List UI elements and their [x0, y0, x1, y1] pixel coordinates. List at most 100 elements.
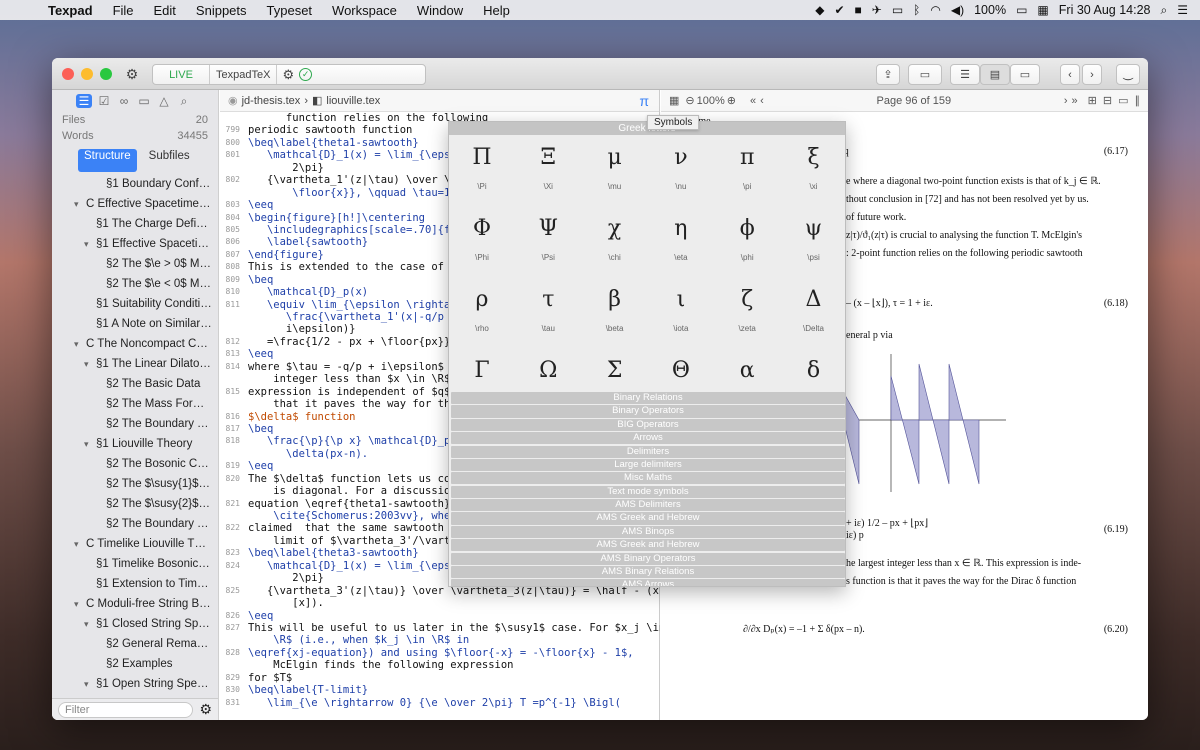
symbol-cell[interactable]: χ \chi [582, 207, 648, 277]
prev-page-icon[interactable]: ‹ [760, 95, 764, 107]
disclosure-icon[interactable]: ▾ [84, 674, 96, 694]
bluetooth-icon[interactable]: ᛒ [913, 3, 920, 17]
forward-icon[interactable]: › [1082, 64, 1102, 85]
code-line[interactable]: 830 \beq\label{T-limit} [220, 684, 660, 696]
disclosure-icon[interactable]: ▾ [84, 614, 96, 634]
symbol-category[interactable]: Text mode symbols [451, 485, 845, 498]
outline-item[interactable]: ▾ C Timelike Liouville Theory [52, 534, 218, 554]
symbol-category[interactable]: AMS Binary Operators [451, 552, 845, 565]
menu-app[interactable]: Texpad [38, 3, 103, 18]
code-line[interactable]: 826 \eeq [220, 610, 660, 622]
outline-item[interactable]: §1 Extension to Timelike ... [52, 574, 218, 594]
menu-help[interactable]: Help [473, 3, 520, 18]
search-icon[interactable]: ⌕ [176, 94, 192, 109]
code-line[interactable]: 828 \eqref{xj-equation}) and using $\floo… [220, 647, 660, 659]
close-window-button[interactable] [62, 68, 74, 80]
present-icon[interactable]: ▭ [1118, 94, 1128, 107]
outline-item[interactable]: ▾ §1 Liouville Theory [52, 434, 218, 454]
symbol-category[interactable]: BIG Operators [451, 418, 845, 431]
layout-single-icon[interactable]: ▭ [908, 64, 942, 85]
outline-item[interactable]: §2 The $\susy{1}$ Liou... [52, 474, 218, 494]
outline-item[interactable]: §1 Timelike Bosonic Lio... [52, 554, 218, 574]
next-page-icon[interactable]: › [1064, 95, 1068, 107]
spotlight-icon[interactable]: ⌕ [1161, 3, 1168, 18]
disclosure-icon[interactable]: ▾ [74, 334, 86, 354]
zoom-in-icon[interactable]: ⊕ [727, 94, 736, 107]
symbol-cell[interactable]: π \pi [714, 136, 780, 206]
disclosure-icon[interactable]: ▾ [84, 434, 96, 454]
volume-icon[interactable]: ◀) [951, 3, 964, 17]
outline-item[interactable]: §2 The $\e > 0$ Models [52, 254, 218, 274]
wifi-icon[interactable]: ◠ [930, 3, 940, 17]
symbol-cell[interactable]: τ \tau [515, 278, 581, 348]
outline-item[interactable]: ▾ C Effective Spacetime Phy... [52, 194, 218, 214]
symbol-category[interactable]: AMS Binops [451, 525, 845, 538]
disclosure-icon[interactable]: ▾ [84, 234, 96, 254]
outline-item[interactable]: §2 The $\e < 0$ Models [52, 274, 218, 294]
links-icon[interactable]: ∞ [116, 94, 132, 108]
symbol-cell[interactable]: ζ \zeta [714, 278, 780, 348]
symbol-cell[interactable]: Δ \Delta [781, 278, 846, 348]
outline-item[interactable]: §2 General Remarks o... [52, 634, 218, 654]
symbol-cell[interactable]: Π \Pi [449, 136, 515, 206]
battery-percent[interactable]: 100% [974, 3, 1006, 17]
code-line[interactable]: 831 \lim_{\e \rightarrow 0} {\e \over 2\… [220, 697, 660, 709]
zoom-level[interactable]: 100% [697, 95, 725, 107]
outline-item[interactable]: §2 The Bosonic Case [52, 454, 218, 474]
symbol-cell[interactable]: ϕ \phi [714, 207, 780, 277]
outline-item[interactable]: ▾ §1 The Linear Dilaton CFT [52, 354, 218, 374]
todo-icon[interactable]: ☑ [96, 94, 112, 108]
outline-item[interactable]: ▾ §1 Open String Spectrum [52, 674, 218, 694]
symbol-category[interactable]: AMS Binary Relations [451, 565, 845, 579]
outline-item[interactable]: §2 Examples [52, 654, 218, 674]
symbols-pi-icon[interactable]: π [639, 93, 659, 109]
outline-item[interactable]: §1 Boundary Conformal ... [52, 174, 218, 194]
symbol-cell[interactable]: η \eta [648, 207, 714, 277]
filter-input[interactable]: Filter [58, 701, 194, 718]
airplay-icon[interactable]: ▭ [892, 3, 903, 17]
settings-gear-icon[interactable]: ⚙ [120, 64, 144, 85]
symbol-cell[interactable]: Φ \Phi [449, 207, 515, 277]
symbol-category[interactable]: AMS Greek and Hebrew [451, 512, 845, 525]
symbol-category[interactable]: Arrows [451, 432, 845, 445]
lock-icon[interactable]: ■ [855, 3, 862, 17]
symbol-cell[interactable]: ν \nu [648, 136, 714, 206]
outline-item[interactable]: ▾ C The Noncompact Confo... [52, 334, 218, 354]
layout-icon[interactable]: ⊟ [1103, 94, 1112, 107]
disclosure-icon[interactable]: ▾ [74, 194, 86, 214]
symbol-cell[interactable]: ψ \psi [781, 207, 846, 277]
outline-item[interactable]: §2 The Mass Formula [52, 394, 218, 414]
bird-icon[interactable]: ✈ [872, 3, 882, 17]
pause-icon[interactable]: ∥ [1134, 94, 1140, 107]
view-source-icon[interactable]: ☰ [950, 64, 980, 85]
symbol-category[interactable]: Binary Operators [451, 405, 845, 418]
sync-icon[interactable]: ⊞ [1088, 94, 1097, 107]
notification-center-icon[interactable]: ☰ [1177, 3, 1188, 17]
engine-gear-icon[interactable]: ⚙ [277, 67, 299, 83]
checkmark-icon[interactable]: ✔ [834, 3, 844, 17]
menu-edit[interactable]: Edit [144, 3, 186, 18]
zoom-out-icon[interactable]: ⊖ [685, 94, 694, 107]
symbol-cell[interactable]: μ \mu [582, 136, 648, 206]
battery-icon[interactable]: ▭ [1016, 3, 1027, 17]
symbol-cell[interactable]: ρ \rho [449, 278, 515, 348]
dropbox-icon[interactable]: ◆ [815, 3, 824, 17]
code-line[interactable]: McElgin finds the following expression [220, 659, 660, 671]
symbol-cell[interactable]: Ξ \Xi [515, 136, 581, 206]
first-page-icon[interactable]: « [750, 95, 756, 107]
outline-item[interactable]: ▾ C Moduli-free String Back... [52, 594, 218, 614]
zoom-window-button[interactable] [100, 68, 112, 80]
outline-item[interactable]: §2 The Basic Data [52, 374, 218, 394]
code-line[interactable]: [x]). [220, 597, 660, 609]
symbol-category[interactable]: AMS Greek and Hebrew [451, 539, 845, 552]
symbol-cell[interactable]: ξ \xi [781, 136, 846, 206]
disclosure-icon[interactable]: ▾ [84, 354, 96, 374]
folder-icon[interactable]: ▭ [136, 94, 152, 108]
outline-item[interactable]: §1 A Note on Similar App... [52, 314, 218, 334]
grid-icon[interactable]: ▦ [669, 94, 679, 107]
menu-file[interactable]: File [103, 3, 144, 18]
console-icon[interactable]: ⏝ [1116, 64, 1140, 85]
clock[interactable]: Fri 30 Aug 14:28 [1059, 3, 1151, 17]
symbol-cell[interactable]: Ψ \Psi [515, 207, 581, 277]
outline-item[interactable]: §2 The Boundary Theo... [52, 414, 218, 434]
